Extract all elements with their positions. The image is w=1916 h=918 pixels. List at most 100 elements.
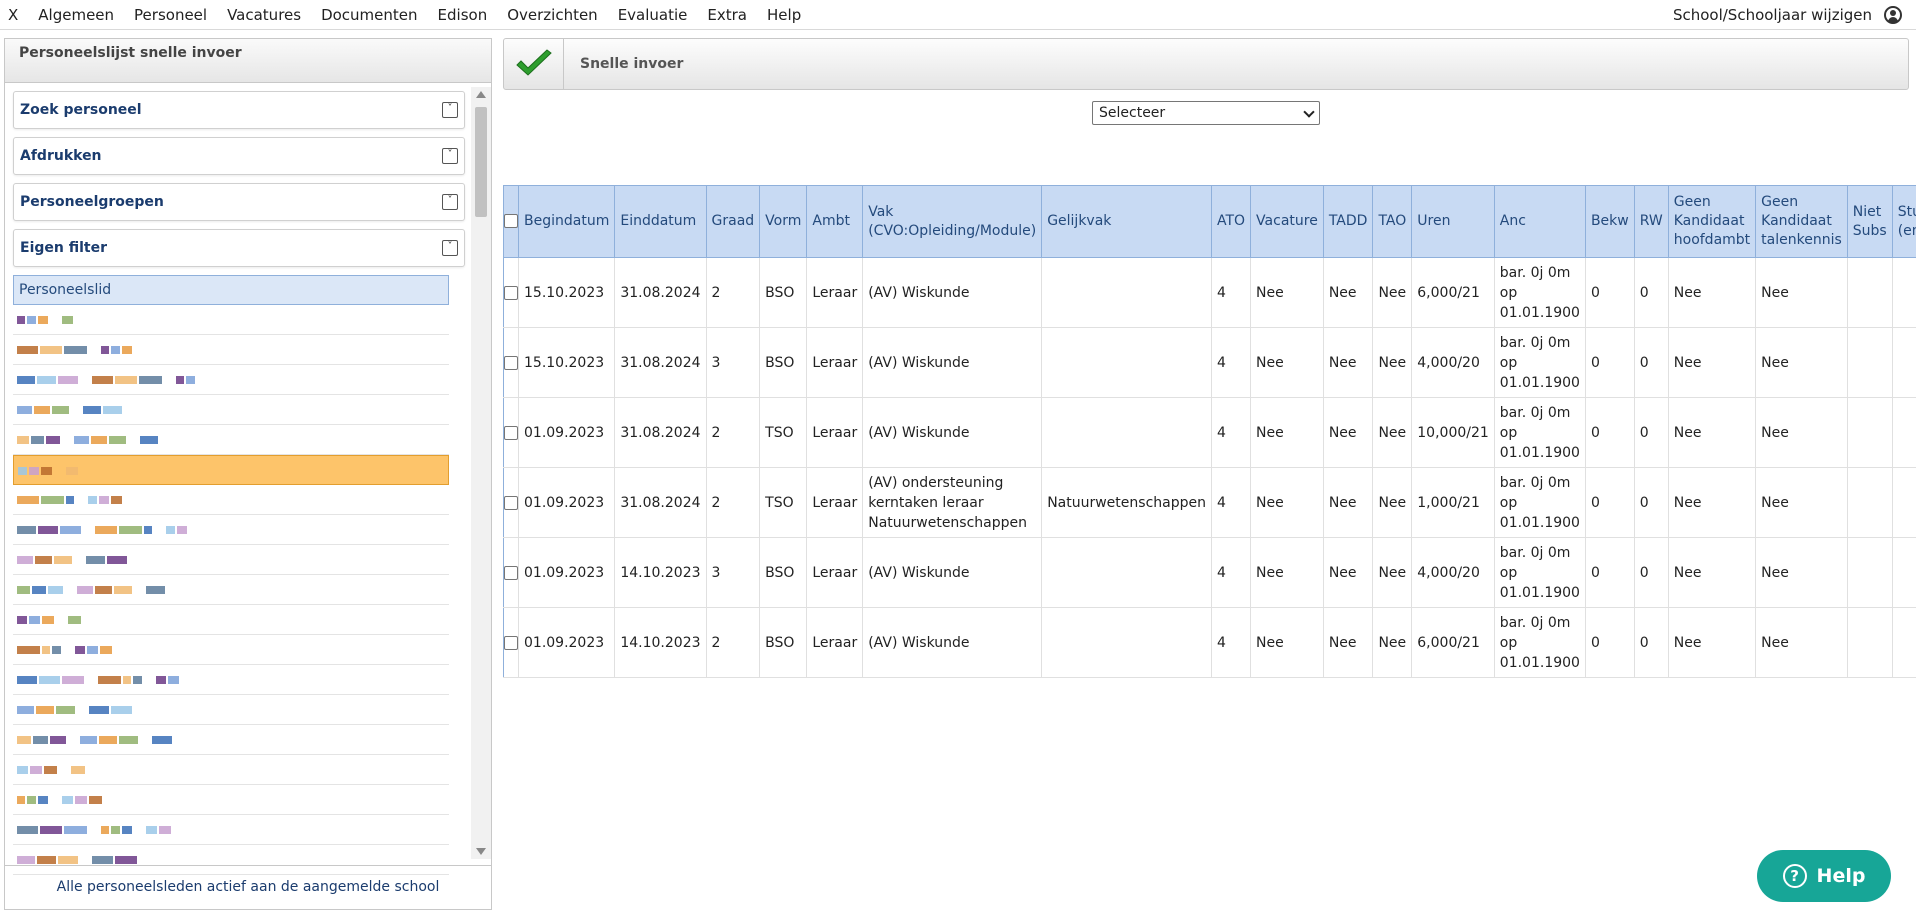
row-checkbox[interactable]: [504, 635, 518, 650]
redacted-name-block: [17, 826, 38, 834]
redacted-name-block: [111, 826, 120, 834]
menu-item-personeel[interactable]: Personeel: [124, 0, 217, 30]
select-all-checkbox[interactable]: [504, 214, 518, 228]
menu-item-vacatures[interactable]: Vacatures: [217, 0, 311, 30]
staff-list-item[interactable]: [13, 755, 449, 785]
expand-chevron-icon[interactable]: ˅: [442, 194, 458, 210]
redacted-name-block: [17, 736, 31, 744]
redacted-name-block: [119, 736, 138, 744]
staff-list-item[interactable]: [13, 545, 449, 575]
staff-list-item[interactable]: [13, 485, 449, 515]
column-header[interactable]: Geen Kandidaat talenkennis: [1755, 185, 1848, 258]
table-cell: 0: [1585, 537, 1635, 608]
selecteer-dropdown[interactable]: Selecteer: [1092, 101, 1320, 125]
save-button[interactable]: [504, 39, 564, 89]
accordion-title: Zoek personeel: [20, 102, 142, 118]
close-menu-item[interactable]: X: [0, 0, 28, 30]
staff-list-item[interactable]: [13, 575, 449, 605]
column-header[interactable]: Anc: [1493, 185, 1586, 258]
redacted-name-block: [64, 346, 87, 354]
redacted-name-block: [133, 676, 142, 684]
column-header[interactable]: Niet Subs: [1846, 185, 1893, 258]
table-row[interactable]: 01.09.2023 14.10.2023 2 BSO Leraar (AV) Wisku…: [503, 607, 1916, 678]
staff-list-scrollbar[interactable]: [471, 87, 491, 859]
column-header[interactable]: Ambt: [806, 185, 864, 258]
accordion-personeelgroepen[interactable]: Personeelgroepen ˅: [13, 183, 465, 221]
menu-item-edison[interactable]: Edison: [428, 0, 498, 30]
menu-item-extra[interactable]: Extra: [697, 0, 757, 30]
menu-item-overzichten[interactable]: Overzichten: [497, 0, 608, 30]
table-cell: 31.08.2024: [614, 467, 707, 538]
column-header[interactable]: Einddatum: [614, 185, 707, 258]
table-cell: bar. 0j 0m op 01.01.1900: [1494, 537, 1586, 608]
table-header-row: Begindatum Einddatum Graad Vorm Ambt Vak (CVO…: [503, 185, 1916, 258]
row-checkbox[interactable]: [504, 495, 518, 510]
redacted-name-block: [54, 556, 72, 564]
staff-list-item[interactable]: [13, 455, 449, 485]
table-row[interactable]: 01.09.2023 14.10.2023 3 BSO Leraar (AV) Wisku…: [503, 537, 1916, 608]
table-cell: [1847, 257, 1893, 328]
menu-item-algemeen[interactable]: Algemeen: [28, 0, 124, 30]
table-row[interactable]: 15.10.2023 31.08.2024 3 BSO Leraar (AV) Wisku…: [503, 327, 1916, 398]
accordion-zoek-personeel[interactable]: Zoek personeel ˅: [13, 91, 465, 129]
row-checkbox[interactable]: [504, 565, 518, 580]
column-header[interactable]: RW: [1633, 185, 1669, 258]
staff-list-item[interactable]: [13, 305, 449, 335]
staff-list-item[interactable]: [13, 665, 449, 695]
scroll-up-arrow-icon[interactable]: [476, 91, 486, 98]
table-cell: (AV) Wiskunde: [862, 537, 1043, 608]
user-circle-icon[interactable]: [1884, 6, 1902, 24]
staff-list-item[interactable]: [13, 515, 449, 545]
scroll-down-arrow-icon[interactable]: [476, 848, 486, 855]
column-header[interactable]: TADD: [1322, 185, 1374, 258]
column-header[interactable]: Graad: [705, 185, 761, 258]
staff-list-item[interactable]: [13, 815, 449, 845]
scrollbar-thumb[interactable]: [475, 107, 487, 217]
redacted-name-block: [56, 706, 75, 714]
row-checkbox[interactable]: [504, 425, 518, 440]
staff-list-item[interactable]: [13, 425, 449, 455]
column-header[interactable]: Bekw: [1584, 185, 1635, 258]
column-header[interactable]: Vorm: [759, 185, 808, 258]
column-header[interactable]: Studiegebied (enkel CVO): [1891, 185, 1916, 258]
column-header[interactable]: Uren: [1411, 185, 1495, 258]
staff-list-item[interactable]: [13, 605, 449, 635]
table-row[interactable]: 15.10.2023 31.08.2024 2 BSO Leraar (AV) Wisku…: [503, 257, 1916, 328]
expand-chevron-icon[interactable]: ˅: [442, 148, 458, 164]
staff-list-item[interactable]: [13, 725, 449, 755]
column-header[interactable]: Vacature: [1250, 185, 1324, 258]
table-cell: Nee: [1250, 467, 1324, 538]
column-header[interactable]: TAO: [1372, 185, 1413, 258]
column-header[interactable]: ATO: [1210, 185, 1252, 258]
redacted-name-block: [44, 766, 57, 774]
staff-list-item[interactable]: [13, 395, 449, 425]
menu-item-documenten[interactable]: Documenten: [311, 0, 427, 30]
menu-item-evaluatie[interactable]: Evaluatie: [608, 0, 698, 30]
table-row[interactable]: 01.09.2023 31.08.2024 2 TSO Leraar (AV) onder…: [503, 467, 1916, 538]
staff-list-item[interactable]: [13, 785, 449, 815]
column-header[interactable]: Gelijkvak: [1041, 185, 1212, 258]
help-button[interactable]: ? Help: [1757, 850, 1891, 902]
expand-chevron-icon[interactable]: ˅: [442, 240, 458, 256]
table-cell: 3: [706, 537, 761, 608]
redacted-name-block: [42, 616, 54, 624]
row-checkbox[interactable]: [504, 285, 518, 300]
staff-list-item[interactable]: [13, 335, 449, 365]
row-checkbox[interactable]: [504, 355, 518, 370]
table-row[interactable]: 01.09.2023 31.08.2024 2 TSO Leraar (AV) Wisku…: [503, 397, 1916, 468]
school-year-change-link[interactable]: School/Schooljaar wijzigen: [1673, 6, 1872, 24]
staff-list-item[interactable]: [13, 635, 449, 665]
column-header[interactable]: Begindatum: [517, 185, 616, 258]
accordion-eigen-filter[interactable]: Eigen filter ˅: [13, 229, 465, 267]
column-header[interactable]: Geen Kandidaat hoofdambt: [1667, 185, 1757, 258]
redacted-name-block: [186, 376, 195, 384]
redacted-name-block: [17, 586, 30, 594]
expand-chevron-icon[interactable]: ˅: [442, 102, 458, 118]
column-header[interactable]: Vak (CVO:Opleiding/Module): [862, 185, 1043, 258]
menu-item-help[interactable]: Help: [757, 0, 811, 30]
staff-list-item[interactable]: [13, 695, 449, 725]
table-cell: 0: [1585, 607, 1635, 678]
redacted-name-block: [86, 556, 105, 564]
accordion-afdrukken[interactable]: Afdrukken ˅: [13, 137, 465, 175]
staff-list-item[interactable]: [13, 365, 449, 395]
